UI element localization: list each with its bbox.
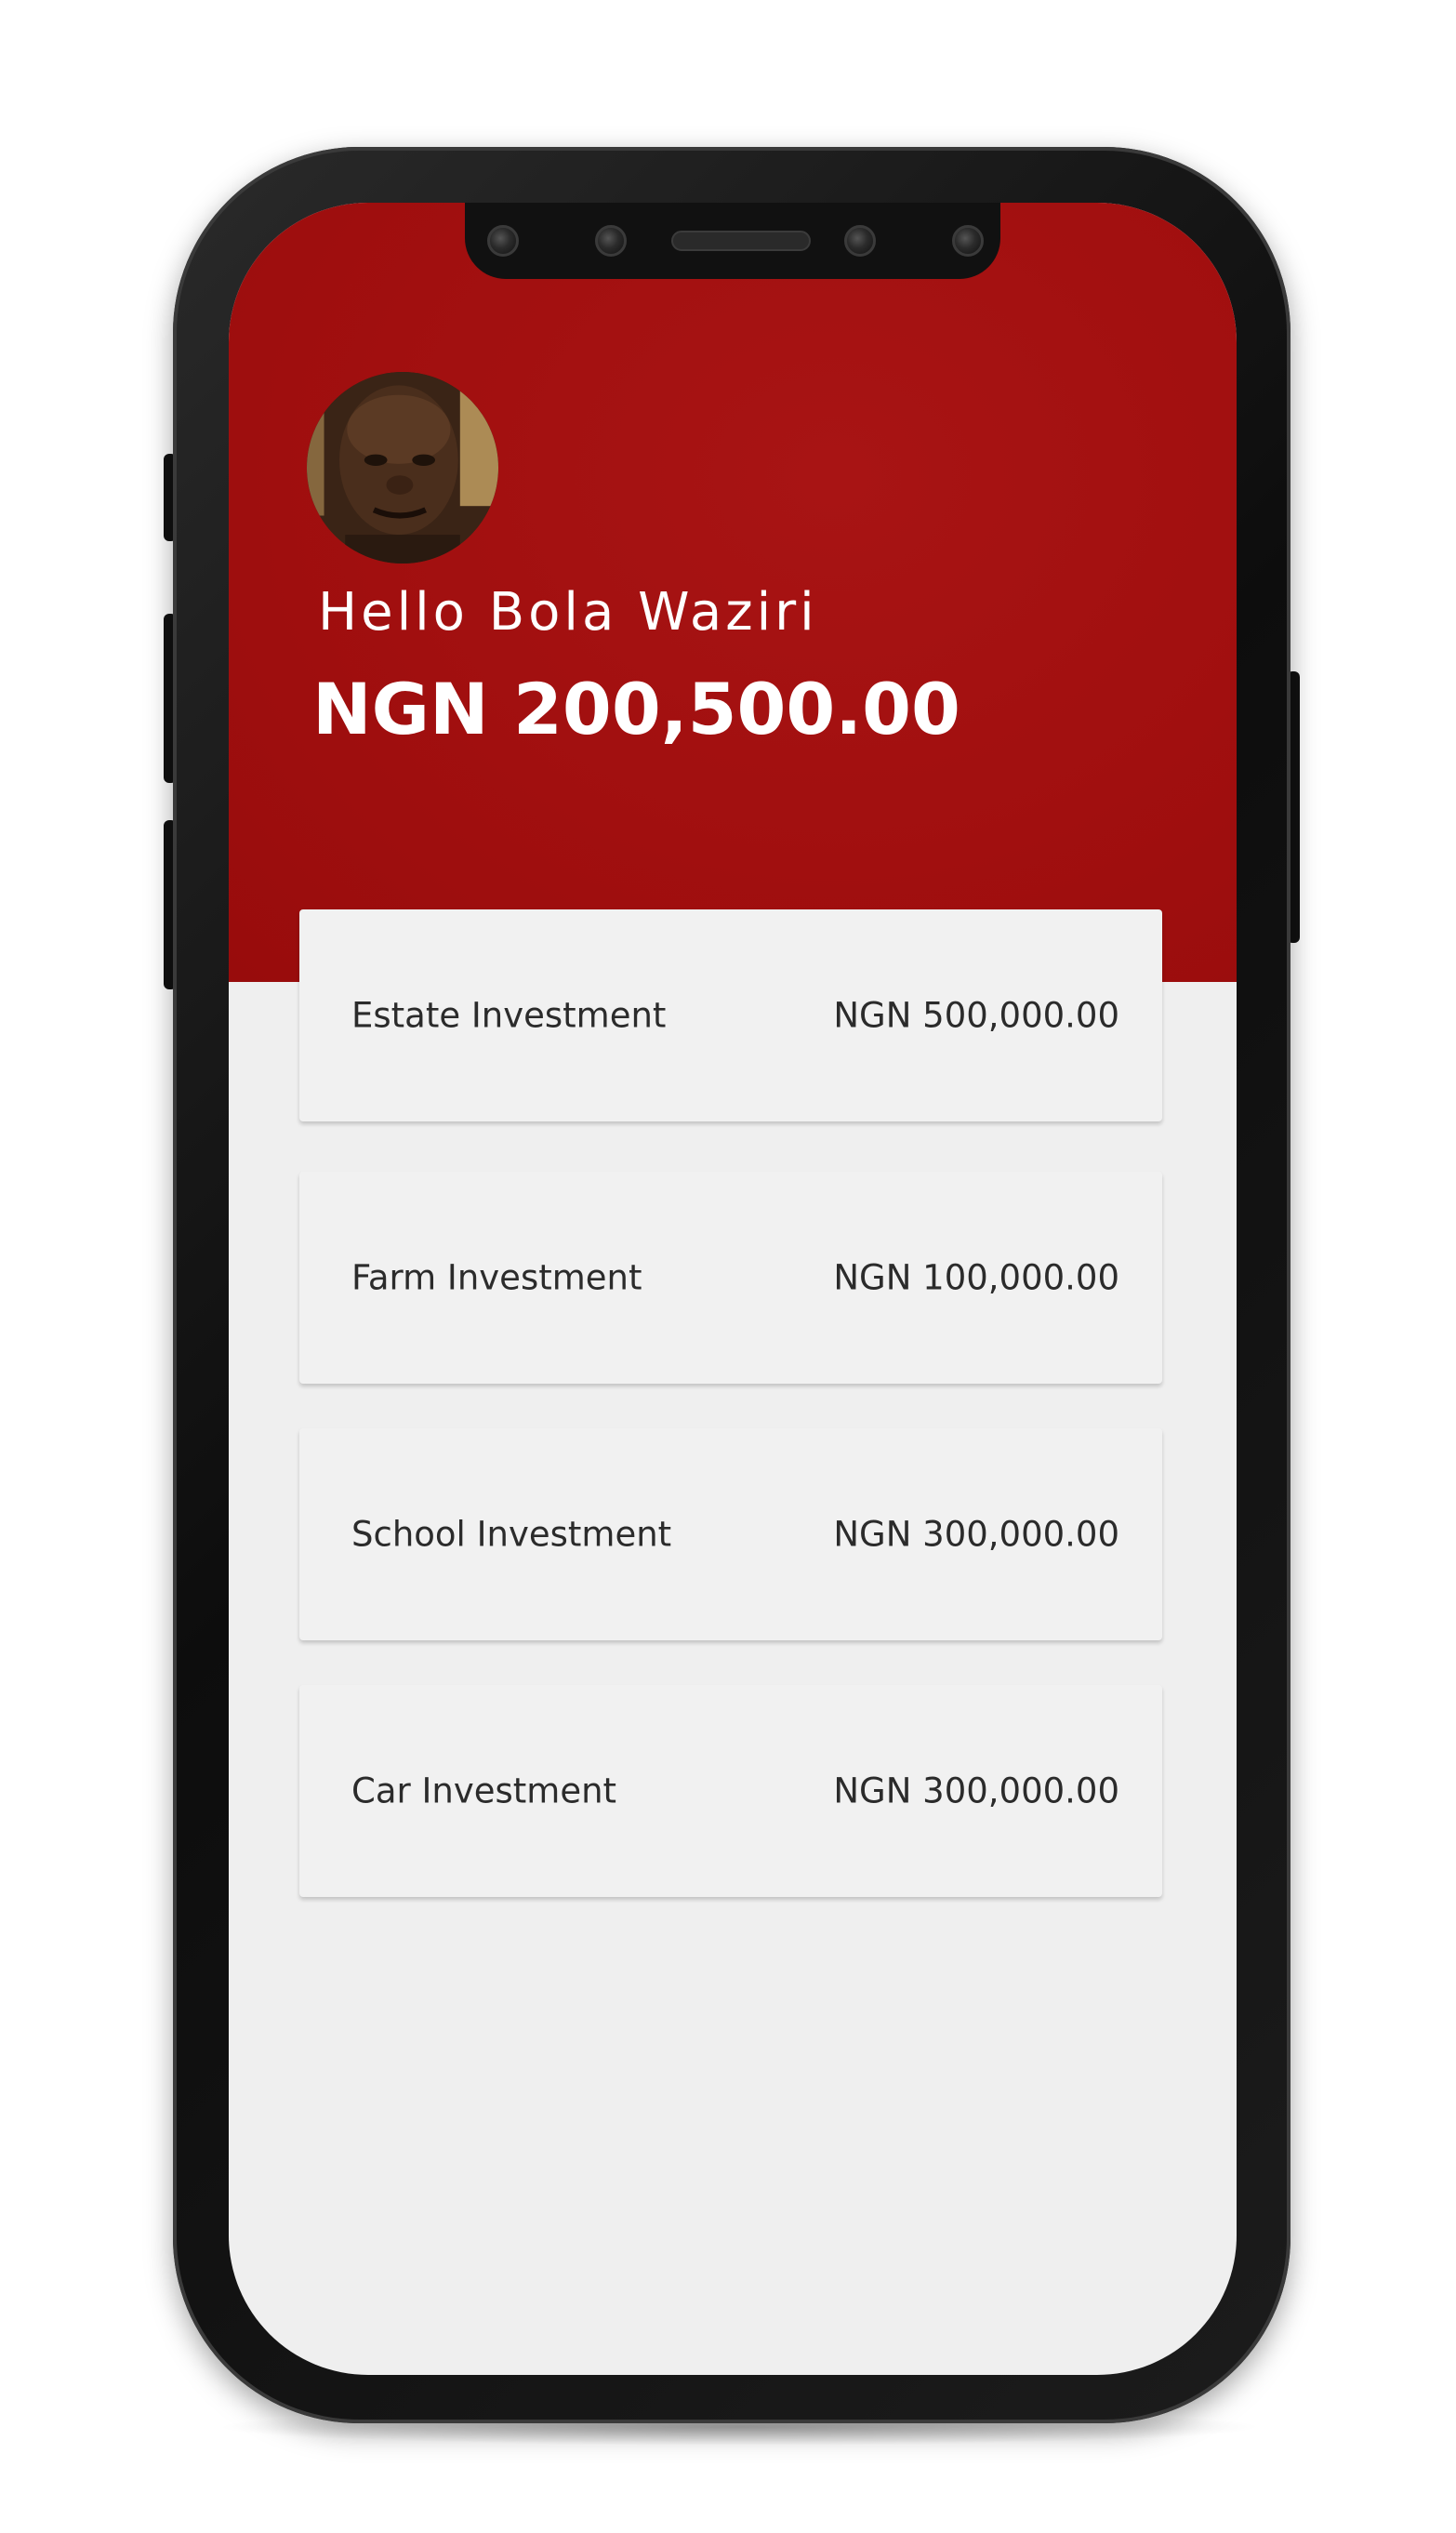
avatar[interactable]	[307, 372, 498, 564]
investment-amount: NGN 300,000.00	[833, 1514, 1119, 1555]
investment-label: School Investment	[351, 1514, 672, 1555]
user-avatar-icon	[307, 372, 498, 564]
investment-label: Farm Investment	[351, 1257, 642, 1298]
investment-amount: NGN 100,000.00	[833, 1257, 1119, 1298]
sensor-dot	[952, 225, 984, 257]
investment-card-car[interactable]: Car Investment NGN 300,000.00	[299, 1685, 1162, 1897]
balance-amount: NGN 200,500.00	[312, 668, 960, 750]
investment-card-estate[interactable]: Estate Investment NGN 500,000.00	[299, 909, 1162, 1121]
investment-label: Estate Investment	[351, 995, 667, 1036]
earpiece-speaker	[671, 231, 811, 251]
investment-amount: NGN 500,000.00	[833, 995, 1119, 1036]
investment-card-farm[interactable]: Farm Investment NGN 100,000.00	[299, 1172, 1162, 1384]
notch	[465, 203, 1000, 279]
front-camera	[844, 225, 876, 257]
investment-amount: NGN 300,000.00	[833, 1770, 1119, 1811]
investment-label: Car Investment	[351, 1770, 617, 1811]
investment-card-school[interactable]: School Investment NGN 300,000.00	[299, 1428, 1162, 1640]
sensor-dot	[595, 225, 627, 257]
greeting-text: Hello Bola Waziri	[318, 582, 818, 643]
stage: Hello Bola Waziri NGN 200,500.00 Estate …	[0, 0, 1456, 2533]
sensor-dot	[487, 225, 519, 257]
phone-screen: Hello Bola Waziri NGN 200,500.00 Estate …	[229, 203, 1237, 2375]
